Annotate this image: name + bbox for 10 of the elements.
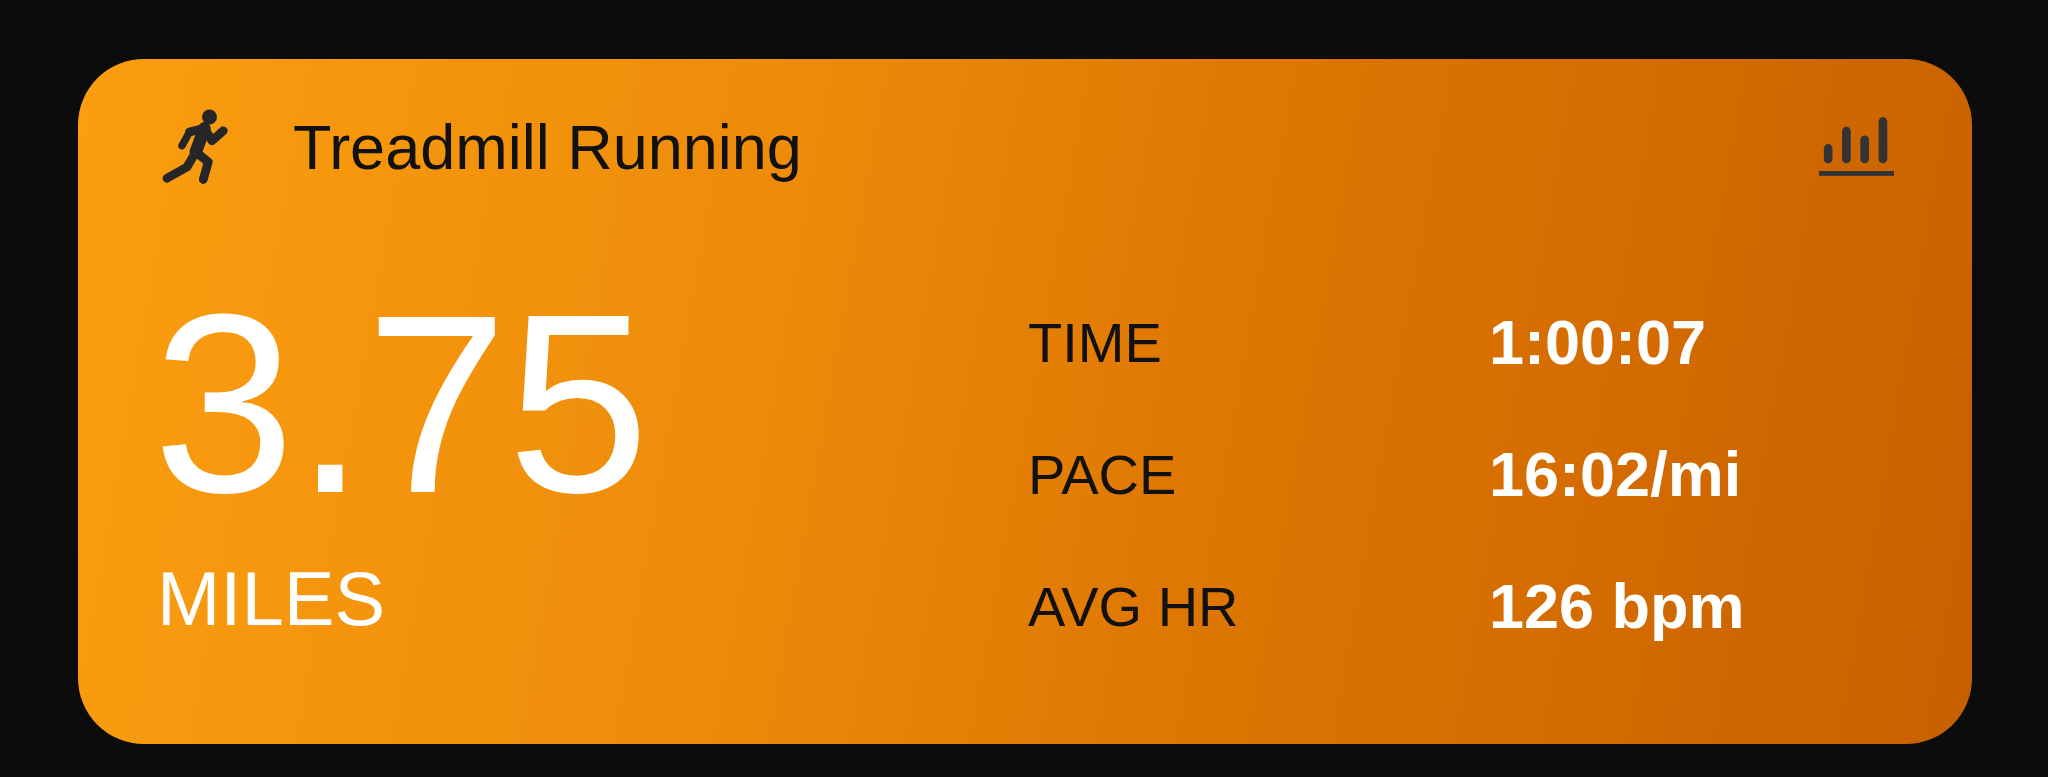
stat-value: 126 bpm	[1489, 570, 1745, 642]
bar-chart-icon[interactable]	[1819, 117, 1894, 177]
stat-value: 1:00:07	[1489, 306, 1708, 378]
stat-label: AVG HR	[1028, 573, 1240, 639]
stat-label: PACE	[1028, 441, 1178, 507]
distance-unit: MILES	[157, 561, 387, 637]
stat-label: TIME	[1028, 309, 1163, 375]
stat-value: 16:02/mi	[1489, 438, 1743, 510]
distance-value: 3.75	[153, 276, 651, 531]
workout-title: Treadmill Running	[293, 111, 803, 183]
